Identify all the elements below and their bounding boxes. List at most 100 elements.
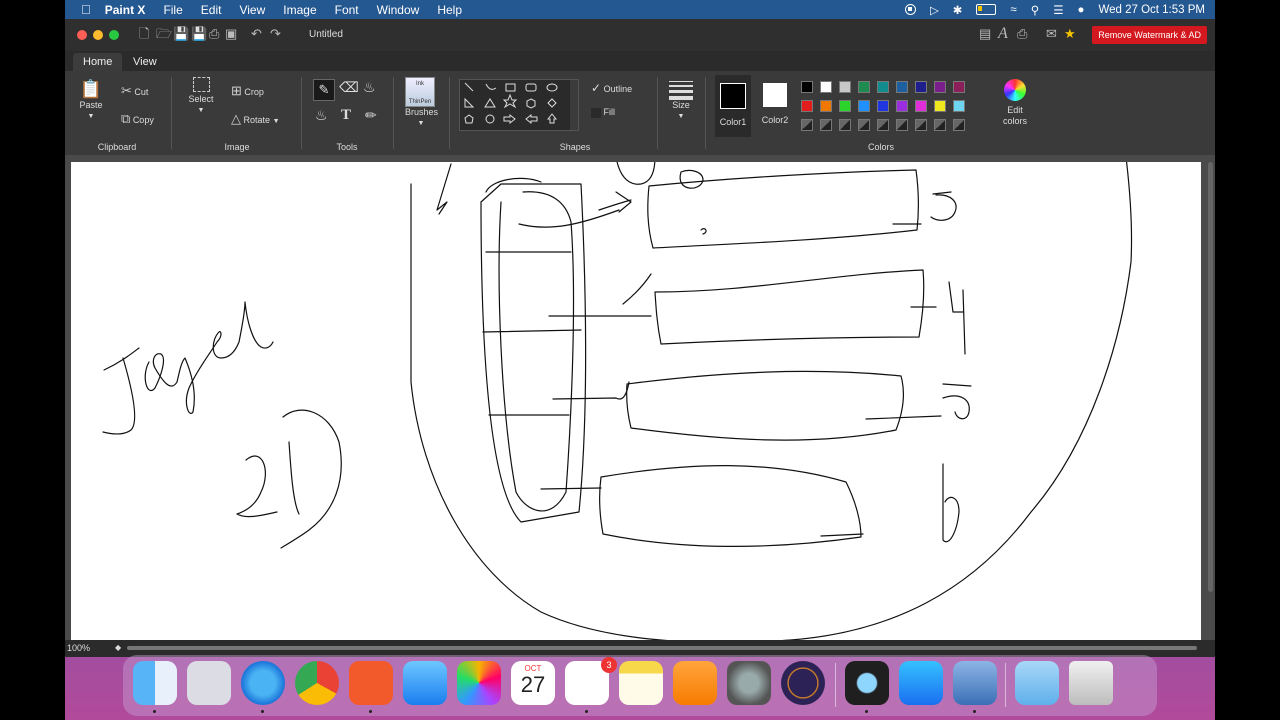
quicktime-app-icon[interactable] bbox=[845, 661, 889, 705]
rounded-rectangle-shape-icon[interactable] bbox=[525, 83, 537, 92]
rectangle-shape-icon[interactable] bbox=[505, 83, 516, 92]
custom-color-slot[interactable] bbox=[953, 119, 965, 131]
custom-color-slot[interactable] bbox=[858, 119, 870, 131]
palette-swatch[interactable] bbox=[934, 100, 946, 112]
minimize-button[interactable] bbox=[93, 30, 103, 40]
play-icon[interactable]: ▷ bbox=[930, 3, 939, 17]
paint-bucket-icon[interactable]: ♨ bbox=[315, 107, 328, 124]
palette-swatch[interactable] bbox=[858, 100, 870, 112]
curve-shape-icon[interactable] bbox=[485, 83, 497, 90]
star-shape-icon[interactable] bbox=[502, 93, 518, 109]
circle-shape-icon[interactable] bbox=[485, 114, 495, 124]
finder-app-icon[interactable] bbox=[133, 661, 177, 705]
thumbnail-icon[interactable]: ▣ bbox=[225, 27, 239, 41]
palette-swatch[interactable] bbox=[896, 100, 908, 112]
menu-help[interactable]: Help bbox=[437, 3, 462, 17]
custom-color-slot[interactable] bbox=[820, 119, 832, 131]
pentagon-shape-icon[interactable] bbox=[464, 114, 474, 124]
palette-swatch[interactable] bbox=[801, 100, 813, 112]
bluetooth-icon[interactable]: ✱ bbox=[953, 3, 963, 17]
mail-icon[interactable]: ✉ bbox=[1046, 27, 1060, 41]
open-folder-icon[interactable]: 🗁 bbox=[156, 27, 172, 41]
zoom-stepper-icon[interactable]: ◆ bbox=[115, 643, 121, 652]
screen-record-icon[interactable] bbox=[904, 4, 916, 15]
photos-app-icon[interactable] bbox=[457, 661, 501, 705]
text-tool-icon[interactable]: T bbox=[341, 107, 351, 124]
clock[interactable]: Wed 27 Oct 1:53 PM bbox=[1098, 4, 1205, 16]
downloads-folder-icon[interactable] bbox=[1015, 661, 1059, 705]
trash-icon[interactable] bbox=[1069, 661, 1113, 705]
palette-swatch[interactable] bbox=[915, 100, 927, 112]
custom-color-slot[interactable] bbox=[896, 119, 908, 131]
select-button[interactable]: Select ▼ bbox=[185, 77, 217, 114]
app-store-app-icon[interactable] bbox=[899, 661, 943, 705]
brushes-dropdown-icon[interactable]: ▼ bbox=[418, 120, 425, 127]
star-icon[interactable]: ★ bbox=[1064, 27, 1078, 41]
size-dropdown-icon[interactable]: ▼ bbox=[678, 113, 685, 120]
user-icon[interactable]: ● bbox=[1078, 4, 1085, 16]
custom-color-slot[interactable] bbox=[801, 119, 813, 131]
menu-window[interactable]: Window bbox=[377, 3, 420, 17]
save-as-icon[interactable]: 💾 bbox=[191, 27, 207, 41]
up-arrow-shape-icon[interactable] bbox=[546, 113, 558, 124]
palette-swatch[interactable] bbox=[858, 81, 870, 93]
vertical-scrollbar[interactable] bbox=[1208, 162, 1213, 592]
diamond-shape-icon[interactable] bbox=[547, 98, 557, 108]
triangle-shape-icon[interactable] bbox=[484, 98, 496, 108]
custom-color-slot[interactable] bbox=[839, 119, 851, 131]
palette-swatch[interactable] bbox=[896, 81, 908, 93]
apple-menu-icon[interactable]:  bbox=[81, 2, 91, 17]
close-button[interactable] bbox=[77, 30, 87, 40]
horizontal-scrollbar[interactable] bbox=[127, 646, 1197, 650]
cut-button[interactable]: ✂ Cut bbox=[121, 83, 148, 99]
brushes-button[interactable]: Ink ThinPen Brushes ▼ bbox=[405, 77, 438, 127]
new-file-icon[interactable]: 🗋 bbox=[139, 27, 153, 41]
custom-color-slot[interactable] bbox=[915, 119, 927, 131]
palette-swatch[interactable] bbox=[877, 81, 889, 93]
print-icon[interactable]: ⎙ bbox=[209, 27, 223, 41]
menu-view[interactable]: View bbox=[239, 3, 265, 17]
zoom-button[interactable] bbox=[109, 30, 119, 40]
palette-swatch[interactable] bbox=[953, 100, 965, 112]
safari-app-icon[interactable] bbox=[241, 661, 285, 705]
calendar-app-icon[interactable]: OCT 27 bbox=[511, 661, 555, 705]
palette-swatch[interactable] bbox=[839, 100, 851, 112]
chrome-app-icon[interactable] bbox=[295, 661, 339, 705]
launchpad-app-icon[interactable] bbox=[187, 661, 231, 705]
preview-app-icon[interactable] bbox=[953, 661, 997, 705]
window-layout-icon[interactable]: ▤ bbox=[979, 27, 993, 41]
line-shape-icon[interactable] bbox=[464, 82, 474, 92]
remove-watermark-button[interactable]: Remove Watermark & AD bbox=[1092, 26, 1207, 44]
brave-app-icon[interactable] bbox=[349, 661, 393, 705]
zoom-level[interactable]: 100% bbox=[67, 643, 90, 653]
palette-swatch[interactable] bbox=[915, 81, 927, 93]
fill-bucket-tool-icon[interactable]: ♨ bbox=[363, 79, 376, 96]
drawing-canvas[interactable] bbox=[71, 162, 1201, 640]
hexagon-shape-icon[interactable] bbox=[526, 98, 536, 109]
right-arrow-shape-icon[interactable] bbox=[503, 113, 516, 125]
custom-color-slot[interactable] bbox=[934, 119, 946, 131]
search-icon[interactable]: ⚲ bbox=[1031, 3, 1039, 17]
palette-swatch[interactable] bbox=[820, 100, 832, 112]
outline-option[interactable]: ✓ Outline bbox=[591, 81, 632, 95]
wifi-icon[interactable]: ≈ bbox=[1010, 4, 1016, 16]
paste-button[interactable]: 📋 Paste ▼ bbox=[77, 79, 105, 120]
tab-view[interactable]: View bbox=[123, 53, 167, 71]
eclipse-app-icon[interactable] bbox=[781, 661, 825, 705]
menu-edit[interactable]: Edit bbox=[201, 3, 222, 17]
rotate-dropdown-icon[interactable]: ▼ bbox=[273, 118, 280, 125]
undo-icon[interactable]: ↶ bbox=[251, 27, 265, 41]
palette-swatch[interactable] bbox=[820, 81, 832, 93]
rotate-button[interactable]: △ Rotate ▼ bbox=[231, 111, 280, 127]
fill-checkbox[interactable] bbox=[591, 107, 601, 118]
notes-app-icon[interactable] bbox=[619, 661, 663, 705]
pages-app-icon[interactable] bbox=[673, 661, 717, 705]
color-picker-icon[interactable]: ✏ bbox=[365, 107, 377, 124]
system-preferences-app-icon[interactable] bbox=[727, 661, 771, 705]
palette-swatch[interactable] bbox=[953, 81, 965, 93]
font-a-icon[interactable]: A bbox=[998, 26, 1012, 42]
redo-icon[interactable]: ↷ bbox=[270, 27, 284, 41]
crop-button[interactable]: ⊞ Crop bbox=[231, 83, 264, 99]
color2-button[interactable]: Color2 bbox=[757, 75, 793, 137]
size-button[interactable]: Size ▼ bbox=[667, 81, 695, 120]
